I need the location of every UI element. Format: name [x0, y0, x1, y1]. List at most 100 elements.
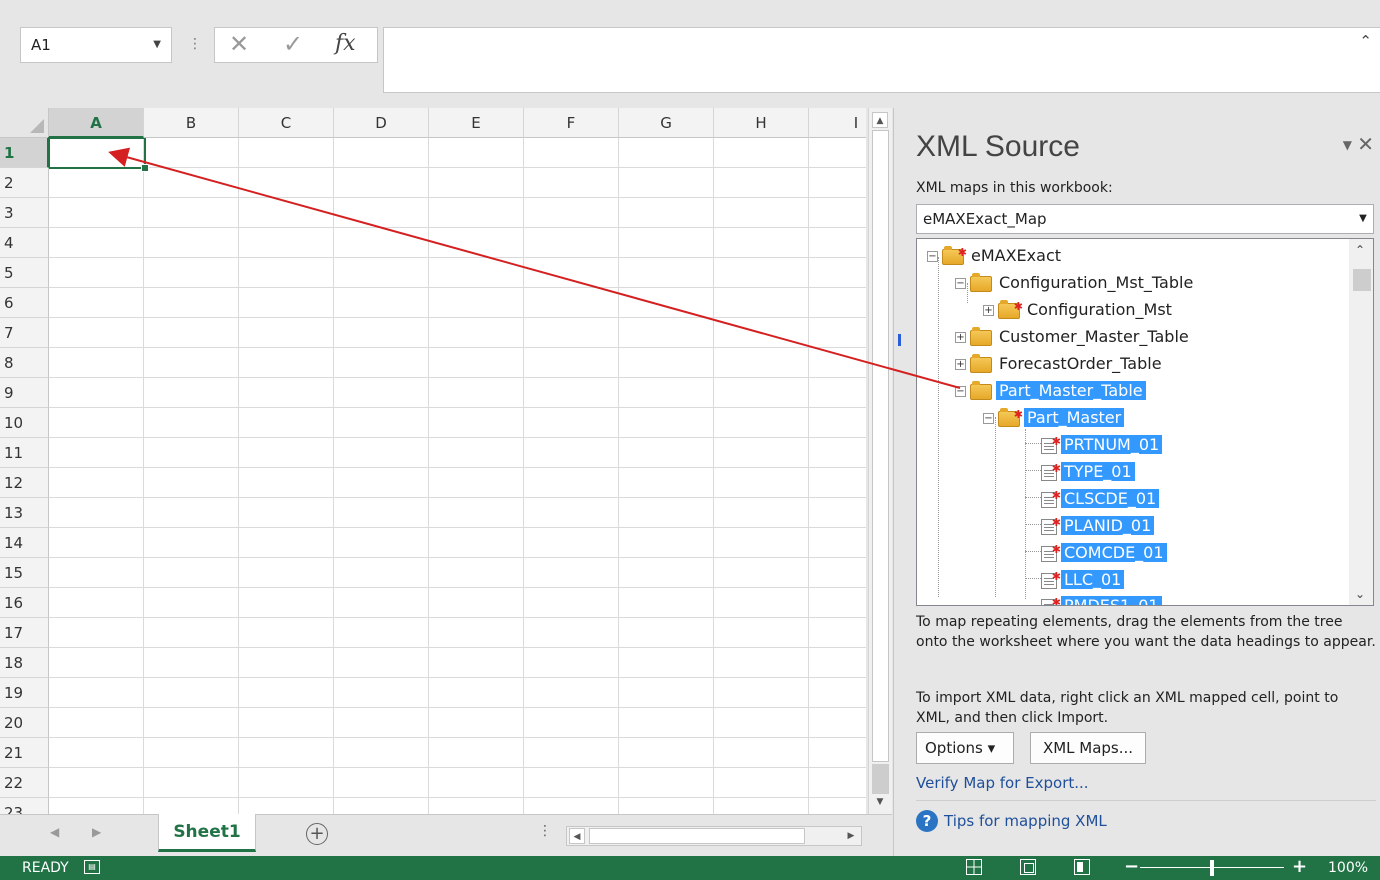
row-header-10[interactable]: 10: [0, 408, 49, 438]
tab-sheet1[interactable]: Sheet1: [158, 814, 256, 852]
close-icon[interactable]: ✕: [1357, 132, 1374, 156]
options-button[interactable]: Options ▾: [916, 732, 1014, 764]
active-cell-a1[interactable]: [48, 137, 149, 172]
xml-map-select[interactable]: eMAXExact_Map ▼: [916, 204, 1374, 234]
scroll-left-icon[interactable]: ◀: [569, 828, 585, 844]
select-all-button[interactable]: [0, 108, 49, 138]
collapse-formula-bar-icon[interactable]: ⌃: [1359, 32, 1372, 50]
row-header-3[interactable]: 3: [0, 198, 49, 228]
zoom-in-icon[interactable]: +: [1292, 856, 1307, 877]
row-header-1[interactable]: 1: [0, 138, 49, 168]
row-header-17[interactable]: 17: [0, 618, 49, 648]
normal-view-icon[interactable]: [966, 859, 982, 875]
vertical-scrollbar[interactable]: ▲ ▼: [868, 108, 892, 814]
expand-icon[interactable]: +: [983, 305, 994, 316]
tree-scrollbar[interactable]: ⌃ ⌄: [1349, 239, 1373, 605]
row-header-15[interactable]: 15: [0, 558, 49, 588]
row-header-9[interactable]: 9: [0, 378, 49, 408]
macro-record-icon[interactable]: ▤: [84, 860, 100, 874]
column-header-a[interactable]: A: [49, 108, 144, 138]
pane-resize-handle[interactable]: [898, 334, 901, 346]
cancel-icon[interactable]: ✕: [229, 30, 249, 58]
row-header-5[interactable]: 5: [0, 258, 49, 288]
expand-icon[interactable]: +: [955, 359, 966, 370]
page-layout-view-icon[interactable]: [1020, 859, 1036, 875]
name-box[interactable]: A1 ▼: [20, 27, 172, 63]
column-header-c[interactable]: C: [239, 108, 334, 138]
row-header-2[interactable]: 2: [0, 168, 49, 198]
tree-node-element[interactable]: PRTNUM_01: [1041, 431, 1163, 458]
tree-node-element[interactable]: TYPE_01: [1041, 458, 1135, 485]
column-header-h[interactable]: H: [714, 108, 809, 138]
row-header-7[interactable]: 7: [0, 318, 49, 348]
scroll-right-icon[interactable]: ▶: [843, 828, 859, 844]
worksheet-grid[interactable]: A B C D E F G H I 1 2 3 4 5 6 7 8 9 10 11 12 13 14 15 16 17 18 19 20…: [0, 108, 866, 814]
tree-node-customer-table[interactable]: + Customer_Master_Table: [955, 326, 1192, 350]
tree-node-element[interactable]: COMCDE_01: [1041, 539, 1167, 566]
tree-node-element[interactable]: CLSCDE_01: [1041, 485, 1160, 512]
row-header-4[interactable]: 4: [0, 228, 49, 258]
row-header-16[interactable]: 16: [0, 588, 49, 618]
horizontal-scrollbar[interactable]: ◀ ▶: [566, 826, 862, 846]
pane-options-icon[interactable]: ▼: [1343, 138, 1352, 152]
chevron-down-icon[interactable]: ▼: [1353, 205, 1373, 233]
zoom-slider-thumb[interactable]: [1210, 860, 1214, 876]
xml-maps-button[interactable]: XML Maps...: [1030, 732, 1146, 764]
tree-node-part[interactable]: − Part_Master: [983, 404, 1125, 431]
tree-node-element[interactable]: LLC_01: [1041, 566, 1125, 593]
row-header-18[interactable]: 18: [0, 648, 49, 678]
column-header-f[interactable]: F: [524, 108, 619, 138]
tree-node-forecast-table[interactable]: + ForecastOrder_Table: [955, 353, 1165, 377]
tab-splitter-grip[interactable]: ⋮: [538, 823, 552, 839]
tree-node-element[interactable]: PLANID_01: [1041, 512, 1155, 539]
row-header-20[interactable]: 20: [0, 708, 49, 738]
row-header-11[interactable]: 11: [0, 438, 49, 468]
tree-node-configuration[interactable]: + Configuration_Mst: [983, 296, 1175, 323]
collapse-icon[interactable]: −: [955, 386, 966, 397]
formula-input[interactable]: ⌃: [383, 27, 1380, 93]
row-header-22[interactable]: 22: [0, 768, 49, 798]
column-header-d[interactable]: D: [334, 108, 429, 138]
tree-node-part-table[interactable]: − Part_Master_Table: [955, 380, 1146, 404]
tree-node-configuration-table[interactable]: − Configuration_Mst_Table: [955, 272, 1196, 296]
insert-function-icon[interactable]: fx: [335, 31, 356, 56]
column-header-i[interactable]: I: [809, 108, 866, 138]
row-header-13[interactable]: 13: [0, 498, 49, 528]
tree-node-element[interactable]: PMDES1_01: [1041, 592, 1162, 605]
collapse-icon[interactable]: −: [955, 278, 966, 289]
scroll-up-icon[interactable]: ▲: [872, 112, 888, 128]
row-header-19[interactable]: 19: [0, 678, 49, 708]
zoom-out-icon[interactable]: −: [1124, 856, 1139, 877]
column-header-e[interactable]: E: [429, 108, 524, 138]
cell-area[interactable]: [49, 138, 866, 814]
collapse-icon[interactable]: −: [927, 251, 938, 262]
collapse-icon[interactable]: −: [983, 413, 994, 424]
tree-node-root[interactable]: − eMAXExact: [927, 242, 1064, 269]
column-header-g[interactable]: G: [619, 108, 714, 138]
tips-link[interactable]: ? Tips for mapping XML: [916, 810, 1107, 832]
zoom-level[interactable]: 100%: [1328, 860, 1368, 876]
next-sheet-icon[interactable]: ▶: [92, 825, 101, 839]
previous-sheet-icon[interactable]: ◀: [50, 825, 59, 839]
row-header-14[interactable]: 14: [0, 528, 49, 558]
chevron-down-icon[interactable]: ⌄: [1355, 587, 1365, 601]
xml-tree[interactable]: − eMAXExact − Configuration_Mst_Table + Con…: [916, 238, 1374, 606]
enter-icon[interactable]: ✓: [283, 30, 303, 58]
chevron-down-icon[interactable]: ▼: [153, 28, 161, 62]
column-header-b[interactable]: B: [144, 108, 239, 138]
scroll-track[interactable]: [872, 764, 889, 794]
tree-scroll-thumb[interactable]: [1353, 269, 1371, 291]
row-header-12[interactable]: 12: [0, 468, 49, 498]
verify-map-link[interactable]: Verify Map for Export...: [916, 774, 1089, 792]
scroll-thumb[interactable]: [872, 130, 889, 762]
chevron-up-icon[interactable]: ⌃: [1355, 243, 1365, 257]
scroll-down-icon[interactable]: ▼: [872, 794, 888, 810]
row-header-23[interactable]: 23: [0, 798, 49, 814]
row-header-6[interactable]: 6: [0, 288, 49, 318]
horizontal-scroll-thumb[interactable]: [589, 828, 805, 844]
add-sheet-icon[interactable]: +: [306, 823, 328, 845]
row-header-21[interactable]: 21: [0, 738, 49, 768]
expand-icon[interactable]: +: [955, 332, 966, 343]
page-break-view-icon[interactable]: [1074, 859, 1090, 875]
row-header-8[interactable]: 8: [0, 348, 49, 378]
